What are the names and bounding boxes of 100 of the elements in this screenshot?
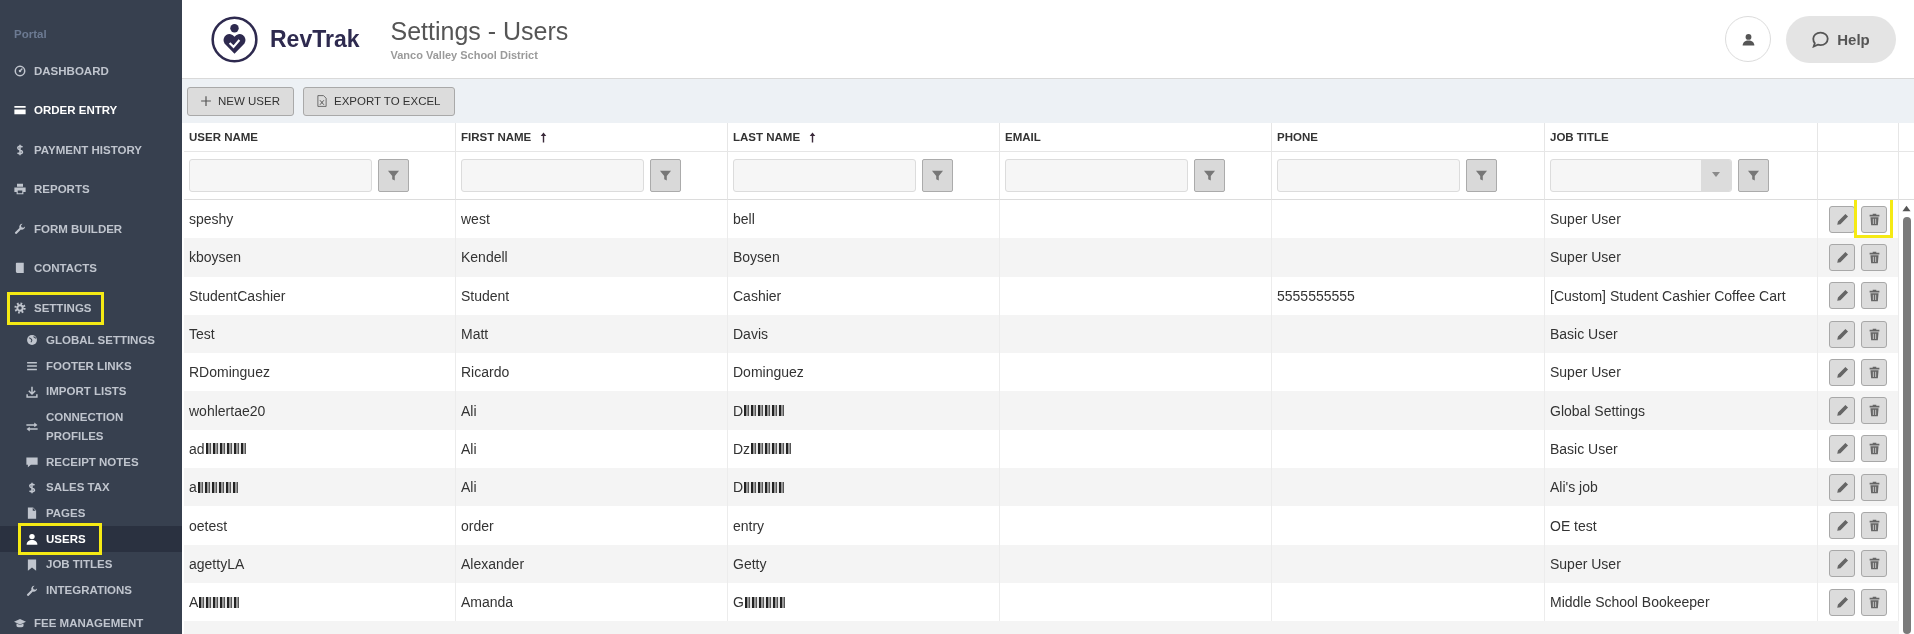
- filter-input[interactable]: [461, 159, 644, 192]
- filter-button[interactable]: [1738, 159, 1769, 192]
- column-header[interactable]: FIRST NAME: [456, 123, 728, 152]
- column-header[interactable]: USER NAME: [184, 123, 456, 152]
- trash-icon: [1867, 480, 1881, 494]
- filter-button[interactable]: [650, 159, 681, 192]
- sidebar-item[interactable]: SETTINGS: [0, 288, 182, 328]
- profile-button[interactable]: [1725, 16, 1771, 62]
- gauge-icon: [14, 64, 26, 77]
- pencil-icon: [1835, 404, 1849, 418]
- pencil-icon: [1835, 250, 1849, 264]
- toolbar-button[interactable]: NEW USER: [187, 86, 294, 116]
- delete-button[interactable]: [1861, 205, 1887, 233]
- pencil-icon: [1835, 519, 1849, 532]
- edit-button[interactable]: [1829, 358, 1855, 386]
- delete-button[interactable]: [1861, 397, 1887, 425]
- delete-button[interactable]: [1861, 473, 1887, 501]
- filter-button[interactable]: [378, 159, 409, 192]
- filter-button[interactable]: [1466, 159, 1497, 192]
- table-cell: OE test: [1545, 506, 1818, 545]
- speech-bubble-icon: [1812, 30, 1830, 48]
- sidebar-subitem[interactable]: USERS: [0, 526, 182, 552]
- speech-bubble-icon: [26, 456, 38, 469]
- table-cell: Kendell: [456, 238, 728, 277]
- sidebar-subitem[interactable]: GLOBAL SETTINGS: [0, 327, 182, 354]
- file-icon: [26, 507, 38, 520]
- sidebar-subitem[interactable]: IMPORT LISTS: [0, 378, 182, 405]
- delete-button[interactable]: [1861, 282, 1887, 310]
- pencil-icon: [1835, 327, 1849, 341]
- table-cell-text: A: [189, 594, 199, 611]
- sidebar-item[interactable]: FEE MANAGEMENT: [0, 603, 182, 632]
- table-cell: Ali: [456, 391, 728, 430]
- table-cell-text: ad: [189, 440, 205, 457]
- edit-button[interactable]: [1829, 473, 1855, 501]
- edit-button[interactable]: [1829, 588, 1855, 616]
- edit-button[interactable]: [1829, 320, 1855, 348]
- sidebar-item[interactable]: PAYMENT HISTORY: [0, 130, 182, 170]
- download-icon: [26, 385, 38, 398]
- edit-button[interactable]: [1829, 282, 1855, 310]
- edit-button[interactable]: [1829, 397, 1855, 425]
- delete-button[interactable]: [1861, 435, 1887, 463]
- plus-icon: [200, 95, 212, 107]
- filter-input[interactable]: [733, 159, 916, 192]
- sidebar-subitem[interactable]: JOB TITLES: [0, 552, 182, 578]
- edit-button[interactable]: [1829, 205, 1855, 233]
- dollar-sign-icon: [26, 481, 38, 494]
- edit-button[interactable]: [1829, 243, 1855, 271]
- scrollbar-thumb[interactable]: [1902, 217, 1911, 634]
- sidebar-subitem[interactable]: FOOTER LINKS: [0, 353, 182, 379]
- spreadsheet-file-icon: [316, 95, 328, 107]
- column-header[interactable]: JOB TITLE: [1545, 123, 1818, 152]
- filter-button[interactable]: [1194, 159, 1225, 192]
- sidebar-item[interactable]: DASHBOARD: [0, 51, 182, 91]
- sidebar-item[interactable]: REPORTS: [0, 169, 182, 209]
- table-cell: agettyLA: [184, 544, 456, 583]
- filter-icon: [659, 169, 672, 182]
- edit-button[interactable]: [1829, 435, 1855, 463]
- table-cell: Cashier: [728, 276, 1000, 315]
- filter-button[interactable]: [922, 159, 953, 192]
- table-cell: Student: [456, 276, 728, 315]
- sidebar-subitem[interactable]: SALES TAX: [0, 474, 182, 501]
- edit-button[interactable]: [1829, 512, 1855, 539]
- toolbar-button[interactable]: EXPORT TO EXCEL: [303, 86, 455, 116]
- table-cell: 5555555555: [1272, 276, 1545, 315]
- trash-icon: [1867, 404, 1881, 418]
- sort-ascending-icon: [809, 131, 817, 143]
- filter-input[interactable]: [1277, 159, 1460, 192]
- pencil-icon: [1835, 557, 1849, 571]
- sidebar-subitem[interactable]: RECEIPT NOTES: [0, 449, 182, 475]
- table-cell: Middle School Bookeeper: [1545, 582, 1818, 622]
- sidebar-subitem[interactable]: CONNECTION PROFILES: [0, 404, 182, 450]
- filter-icon: [387, 169, 400, 182]
- column-header[interactable]: EMAIL: [1000, 123, 1272, 152]
- edit-button[interactable]: [1829, 550, 1855, 578]
- filter-input[interactable]: [189, 159, 372, 192]
- delete-button[interactable]: [1861, 243, 1887, 271]
- column-header[interactable]: PHONE: [1272, 123, 1545, 152]
- sidebar-subitem[interactable]: INTEGRATIONS: [0, 577, 182, 604]
- filter-input[interactable]: [1005, 159, 1188, 192]
- table-cell-text: D: [733, 479, 744, 496]
- sidebar-subitem[interactable]: PAGES: [0, 500, 182, 527]
- table-cell-text: G: [733, 594, 744, 611]
- table-cell: Global Settings: [1545, 391, 1818, 430]
- help-button[interactable]: Help: [1786, 15, 1896, 63]
- table-cell: wohlertae20: [184, 391, 456, 430]
- pencil-icon: [1835, 289, 1849, 303]
- delete-button[interactable]: [1861, 320, 1887, 348]
- sidebar-item[interactable]: FORM BUILDER: [0, 209, 182, 249]
- table-cell: Super User: [1545, 238, 1818, 277]
- sidebar-item[interactable]: CONTACTS: [0, 248, 182, 288]
- delete-button[interactable]: [1861, 588, 1887, 616]
- delete-button[interactable]: [1861, 512, 1887, 539]
- list-icon: [26, 360, 38, 373]
- filter-icon: [931, 169, 944, 182]
- column-header[interactable]: LAST NAME: [728, 123, 1000, 152]
- sidebar-item[interactable]: ORDER ENTRY: [0, 90, 182, 130]
- trash-icon: [1867, 327, 1881, 341]
- delete-button[interactable]: [1861, 550, 1887, 578]
- delete-button[interactable]: [1861, 358, 1887, 386]
- scroll-up-arrow-icon[interactable]: [1902, 205, 1911, 212]
